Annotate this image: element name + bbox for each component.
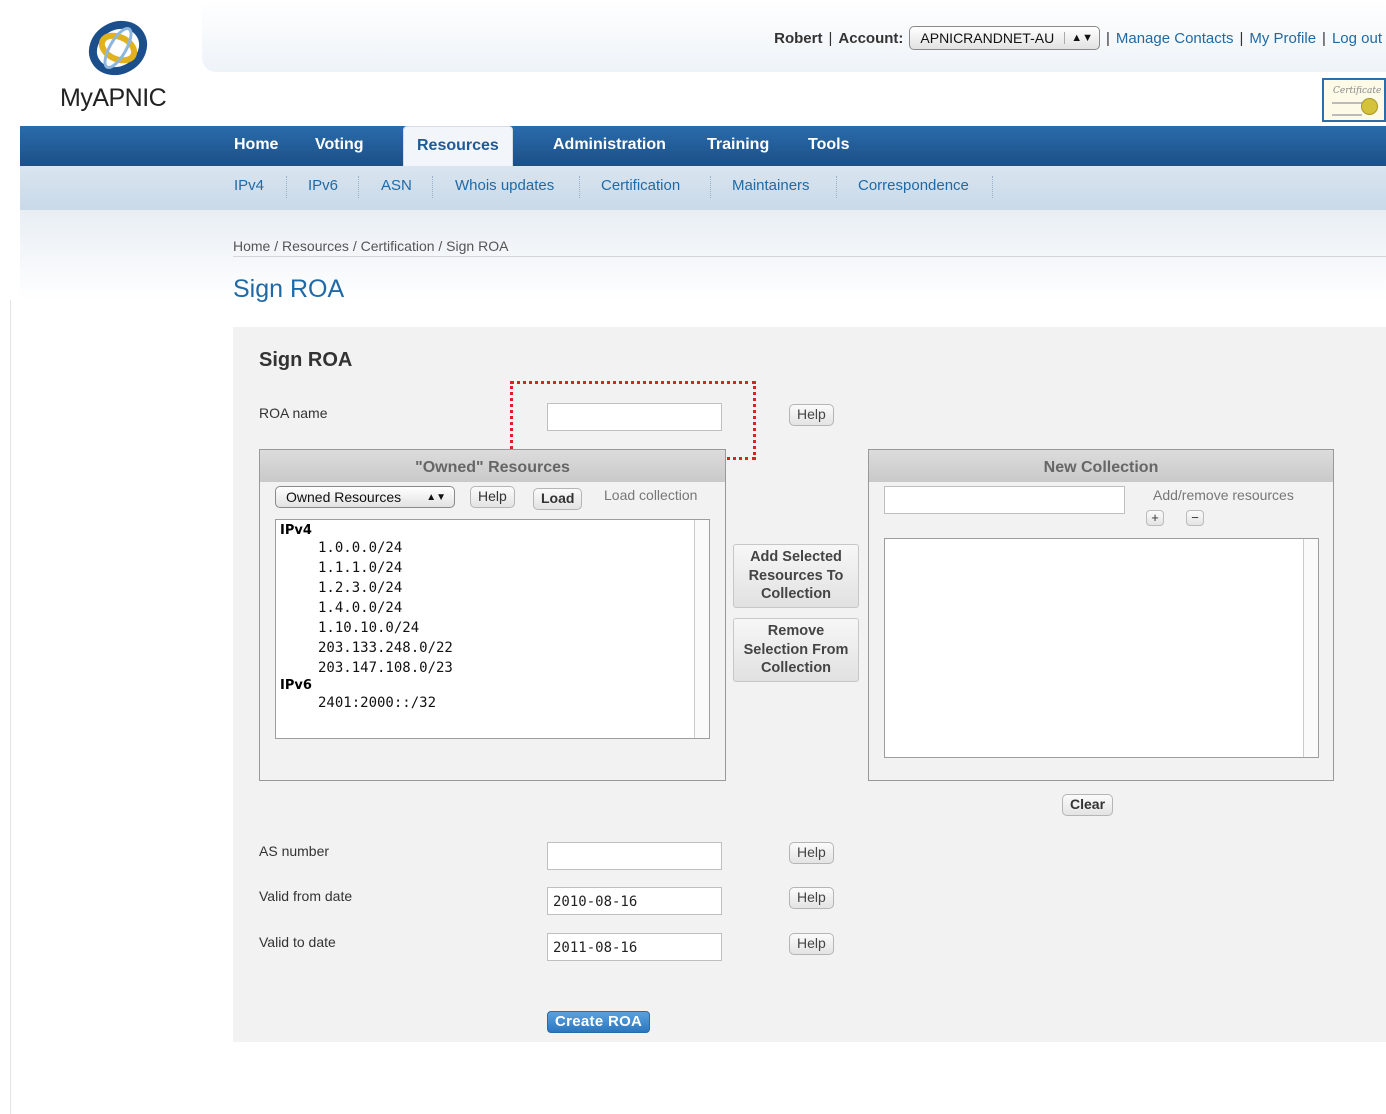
remove-selection-button[interactable]: Remove Selection From Collection xyxy=(733,618,859,682)
collection-name-input[interactable] xyxy=(884,486,1125,514)
form-title: Sign ROA xyxy=(259,349,353,371)
load-button[interactable]: Load xyxy=(533,488,583,510)
certificate-lines xyxy=(1332,102,1362,116)
resource-item[interactable]: 1.2.3.0/24 xyxy=(280,578,453,598)
remove-resource-button[interactable]: − xyxy=(1186,510,1204,526)
separator: | xyxy=(1239,29,1244,47)
subnav-divider xyxy=(710,176,711,198)
separator: | xyxy=(1105,29,1110,47)
select-stepper-icon: ▲▼ xyxy=(426,492,446,503)
separator: | xyxy=(828,29,833,47)
owned-resources-list[interactable]: IPv4 1.0.0.0/24 1.1.1.0/24 1.2.3.0/24 1.… xyxy=(275,519,710,739)
nav-resources[interactable]: Resources xyxy=(403,126,513,167)
subnav-whois-updates[interactable]: Whois updates xyxy=(455,166,554,206)
nav-tools[interactable]: Tools xyxy=(808,126,849,166)
certificate-seal xyxy=(1361,98,1378,115)
subnav-divider xyxy=(286,176,287,198)
user-account-bar: Robert | Account: APNICRANDNET-AU ▲▼ | M… xyxy=(774,26,1382,50)
roa-name-help-button[interactable]: Help xyxy=(789,404,834,426)
nav-voting[interactable]: Voting xyxy=(315,126,364,166)
owned-resources-select[interactable]: Owned Resources ▲▼ xyxy=(275,486,455,508)
owned-help-button[interactable]: Help xyxy=(470,486,515,508)
resource-item[interactable]: 1.10.10.0/24 xyxy=(280,618,453,638)
resource-item[interactable]: 203.133.248.0/22 xyxy=(280,638,453,658)
certificate-text: Certificate xyxy=(1333,86,1382,96)
resource-item[interactable]: 1.1.1.0/24 xyxy=(280,558,453,578)
subnav-certification[interactable]: Certification xyxy=(601,166,680,206)
create-roa-button[interactable]: Create ROA xyxy=(547,1011,651,1033)
clear-button[interactable]: Clear xyxy=(1062,794,1114,816)
subnav-divider xyxy=(836,176,837,198)
add-selected-resources-button[interactable]: Add Selected Resources To Collection xyxy=(733,544,859,608)
page-left-border xyxy=(10,300,11,1114)
subnav-divider xyxy=(358,176,359,198)
resource-item[interactable]: 1.4.0.0/24 xyxy=(280,598,453,618)
certificate-icon[interactable]: Certificate xyxy=(1322,78,1386,122)
list-scrollbar[interactable] xyxy=(694,520,709,738)
resource-tree: IPv4 1.0.0.0/24 1.1.1.0/24 1.2.3.0/24 1.… xyxy=(280,523,453,713)
page-title: Sign ROA xyxy=(233,275,345,303)
breadcrumb-divider xyxy=(233,256,1386,257)
main-nav: Home Voting Resources Administration Tra… xyxy=(20,126,1386,167)
logo-text: MyAPNIC xyxy=(60,84,167,112)
breadcrumb[interactable]: Home / Resources / Certification / Sign … xyxy=(233,238,508,254)
valid-to-help-button[interactable]: Help xyxy=(789,933,834,955)
add-remove-resources-label: Add/remove resources xyxy=(1153,487,1294,503)
resource-item[interactable]: 1.0.0.0/24 xyxy=(280,538,453,558)
as-number-input[interactable] xyxy=(547,842,722,870)
sub-nav: IPv4 IPv6 ASN Whois updates Certificatio… xyxy=(20,166,1386,210)
nav-administration[interactable]: Administration xyxy=(553,126,666,166)
list-scrollbar[interactable] xyxy=(1303,539,1318,757)
apnic-globe-icon xyxy=(88,20,148,76)
as-number-help-button[interactable]: Help xyxy=(789,842,834,864)
resource-item[interactable]: 2401:2000::/32 xyxy=(280,693,453,713)
load-collection-label: Load collection xyxy=(604,487,698,503)
log-out-link[interactable]: Log out xyxy=(1332,30,1382,47)
tree-group-ipv4[interactable]: IPv4 xyxy=(280,523,453,538)
account-value: APNICRANDNET-AU xyxy=(920,30,1055,46)
new-collection-header: New Collection xyxy=(869,450,1333,482)
as-number-label: AS number xyxy=(259,843,330,859)
user-name: Robert xyxy=(774,29,823,47)
subnav-ipv4[interactable]: IPv4 xyxy=(234,166,264,206)
new-collection-list[interactable] xyxy=(884,538,1319,758)
owned-resources-select-value: Owned Resources xyxy=(286,489,402,505)
manage-contacts-link[interactable]: Manage Contacts xyxy=(1116,30,1234,47)
valid-from-label: Valid from date xyxy=(259,888,353,904)
subnav-asn[interactable]: ASN xyxy=(381,166,412,206)
separator: | xyxy=(1322,29,1326,47)
nav-training[interactable]: Training xyxy=(707,126,769,166)
subnav-maintainers[interactable]: Maintainers xyxy=(732,166,810,206)
subnav-divider xyxy=(432,176,433,198)
subnav-divider xyxy=(992,176,993,198)
valid-to-label: Valid to date xyxy=(259,934,336,950)
add-resource-button[interactable]: + xyxy=(1146,510,1164,526)
tree-group-ipv6[interactable]: IPv6 xyxy=(280,678,453,693)
nav-home[interactable]: Home xyxy=(234,126,278,166)
valid-to-input[interactable]: 2011-08-16 xyxy=(547,933,722,961)
my-profile-link[interactable]: My Profile xyxy=(1249,30,1316,47)
subnav-divider xyxy=(579,176,580,198)
myapnic-logo[interactable]: MyAPNIC xyxy=(60,12,180,112)
content-band xyxy=(20,210,1386,300)
select-stepper-icon: ▲▼ xyxy=(1064,32,1093,44)
account-label: Account: xyxy=(838,29,904,47)
resource-item[interactable]: 203.147.108.0/23 xyxy=(280,658,453,678)
valid-from-help-button[interactable]: Help xyxy=(789,887,834,909)
subnav-correspondence[interactable]: Correspondence xyxy=(858,166,969,206)
owned-resources-header: "Owned" Resources xyxy=(260,450,725,482)
account-select[interactable]: APNICRANDNET-AU ▲▼ xyxy=(909,26,1100,50)
valid-from-input[interactable]: 2010-08-16 xyxy=(547,887,722,915)
roa-name-label: ROA name xyxy=(259,405,328,421)
subnav-ipv6[interactable]: IPv6 xyxy=(308,166,338,206)
